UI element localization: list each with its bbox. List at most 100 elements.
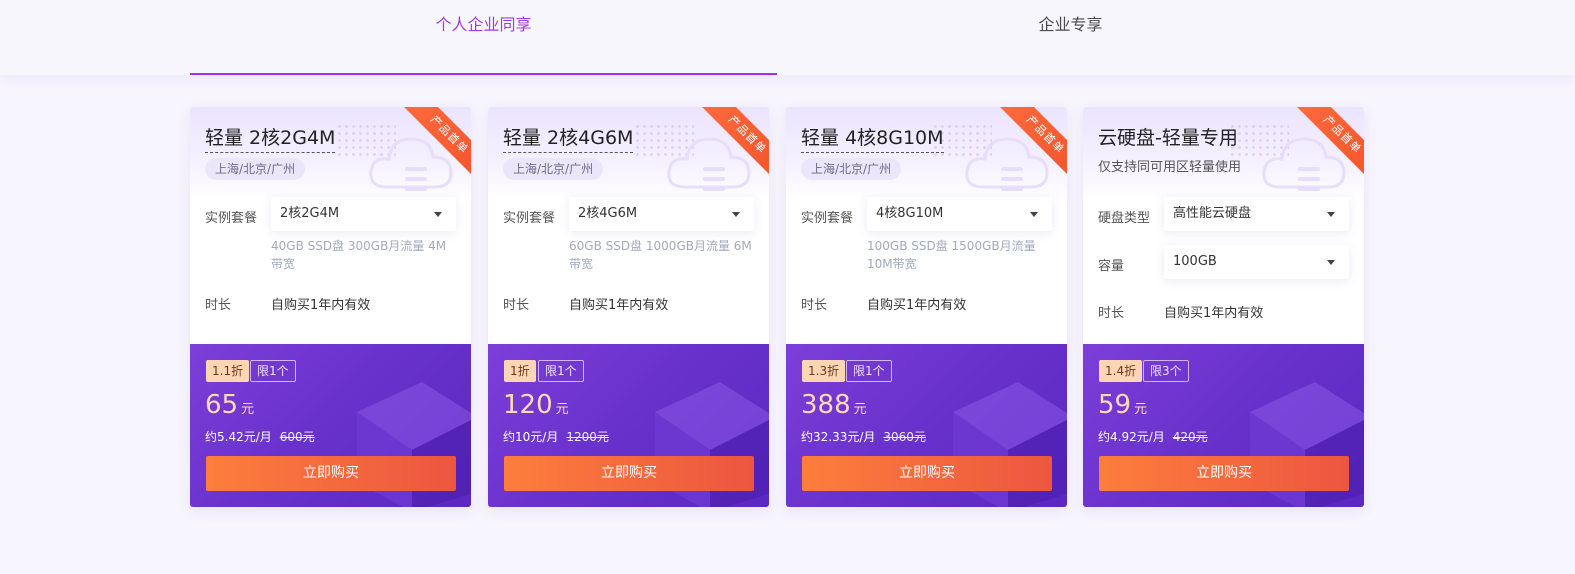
buy-now-button[interactable]: 立即购买 (1099, 456, 1349, 491)
price-details: 约10元/月 1200元 (503, 428, 609, 445)
limit-badge: 限1个 (846, 360, 892, 382)
limit-badge: 限3个 (1143, 360, 1189, 382)
price-details: 约5.42元/月 600元 (205, 428, 315, 445)
card-header: 产品首单 轻量 2核4G6M 上海/北京/广州 实例套餐 2核4G6M 60GB… (488, 107, 769, 344)
chevron-down-icon (434, 212, 442, 217)
discount-badge: 1.1折 (206, 360, 250, 382)
tab-label: 个人企业同享 (435, 15, 532, 34)
discount-badge: 1.4折 (1099, 360, 1143, 382)
price-details: 约32.33元/月 3060元 (801, 428, 926, 445)
duration-value: 自购买1年内有效 (867, 298, 967, 313)
product-card: 产品首单 轻量 4核8G10M 上海/北京/广州 实例套餐 4核8G10M 10… (786, 107, 1067, 507)
duration-label: 时长 (205, 298, 232, 313)
capacity-select[interactable]: 100GB (1164, 245, 1349, 279)
disk-type-select[interactable]: 高性能云硬盘 (1164, 197, 1349, 231)
product-card: 产品首单 云硬盘-轻量专用 仅支持同可用区轻量使用 硬盘类型 高性能云硬盘 容量… (1083, 107, 1364, 507)
product-tabs: 个人企业同享 企业专享 (0, 0, 1575, 75)
price-amount: 65 (205, 390, 239, 420)
price-amount: 59 (1098, 390, 1132, 420)
spec-label: 实例套餐 (205, 211, 258, 226)
capacity-label: 容量 (1098, 259, 1125, 274)
discount-badge: 1折 (504, 360, 536, 382)
ribbon-label: 产品首单 (1294, 107, 1364, 179)
price-panel: 1.3折 限1个 388 元 约32.33元/月 3060元 立即购买 (786, 344, 1067, 507)
original-price: 600元 (279, 430, 315, 444)
spec-description: 40GB SSD盘 300GB月流量 4M带宽 (271, 239, 447, 271)
tab-enterprise-only[interactable]: 企业专享 (777, 0, 1364, 75)
spec-label: 实例套餐 (503, 211, 556, 226)
original-price: 420元 (1172, 430, 1208, 444)
spec-description: 60GB SSD盘 1000GB月流量 6M带宽 (569, 239, 752, 271)
spec-select-value: 4核8G10M (876, 206, 944, 221)
original-price: 3060元 (883, 430, 926, 444)
card-title: 轻量 2核2G4M (205, 123, 336, 153)
price-details: 约4.92元/月 420元 (1098, 428, 1208, 445)
price-unit: 元 (241, 402, 255, 417)
product-card: 产品首单 轻量 2核4G6M 上海/北京/广州 实例套餐 2核4G6M 60GB… (488, 107, 769, 507)
price-amount: 120 (503, 390, 553, 420)
discount-badge: 1.3折 (802, 360, 846, 382)
duration-value: 自购买1年内有效 (1164, 306, 1264, 321)
product-card: 产品首单 轻量 2核2G4M 上海/北京/广州 实例套餐 2核2G4M 40GB… (190, 107, 471, 507)
price-panel: 1折 限1个 120 元 约10元/月 1200元 立即购买 (488, 344, 769, 507)
spec-select[interactable]: 2核2G4M (271, 197, 456, 231)
capacity-select-value: 100GB (1173, 254, 1217, 269)
first-order-ribbon: 产品首单 (697, 107, 769, 179)
region-tag: 上海/北京/广州 (205, 158, 306, 180)
chevron-down-icon (1327, 212, 1335, 217)
duration-label: 时长 (1098, 306, 1125, 321)
region-tag: 上海/北京/广州 (503, 158, 604, 180)
spec-select-value: 2核4G6M (578, 206, 638, 221)
card-header: 产品首单 云硬盘-轻量专用 仅支持同可用区轻量使用 硬盘类型 高性能云硬盘 容量… (1083, 107, 1364, 344)
price: 65 元 (205, 390, 254, 420)
card-title: 轻量 2核4G6M (503, 123, 634, 153)
duration-label: 时长 (503, 298, 530, 313)
limit-badge: 限1个 (538, 360, 584, 382)
monthly-price: 约5.42元/月 (205, 430, 272, 444)
duration-value: 自购买1年内有效 (271, 298, 371, 313)
price-unit: 元 (1134, 402, 1148, 417)
monthly-price: 约4.92元/月 (1098, 430, 1165, 444)
spec-select[interactable]: 4核8G10M (867, 197, 1052, 231)
price-panel: 1.1折 限1个 65 元 约5.42元/月 600元 立即购买 (190, 344, 471, 507)
first-order-ribbon: 产品首单 (995, 107, 1067, 179)
tab-label: 企业专享 (1038, 15, 1103, 34)
ribbon-label: 产品首单 (997, 107, 1067, 179)
disk-type-select-value: 高性能云硬盘 (1173, 206, 1252, 221)
card-title: 云硬盘-轻量专用 (1098, 127, 1238, 149)
tab-personal-enterprise[interactable]: 个人企业同享 (190, 0, 777, 75)
first-order-ribbon: 产品首单 (1292, 107, 1364, 179)
monthly-price: 约10元/月 (503, 430, 559, 444)
buy-now-button[interactable]: 立即购买 (802, 456, 1052, 491)
buy-now-button[interactable]: 立即购买 (504, 456, 754, 491)
card-header: 产品首单 轻量 2核2G4M 上海/北京/广州 实例套餐 2核2G4M 40GB… (190, 107, 471, 344)
disk-type-label: 硬盘类型 (1098, 211, 1151, 226)
price-unit: 元 (853, 402, 867, 417)
region-tag: 上海/北京/广州 (801, 158, 902, 180)
original-price: 1200元 (566, 430, 609, 444)
spec-description: 100GB SSD盘 1500GB月流量 10M带宽 (867, 239, 1036, 271)
spec-select[interactable]: 2核4G6M (569, 197, 754, 231)
card-subtitle: 仅支持同可用区轻量使用 (1098, 160, 1242, 175)
monthly-price: 约32.33元/月 (801, 430, 876, 444)
price: 388 元 (801, 390, 867, 420)
chevron-down-icon (1030, 212, 1038, 217)
first-order-ribbon: 产品首单 (399, 107, 471, 179)
duration-label: 时长 (801, 298, 828, 313)
price-panel: 1.4折 限3个 59 元 约4.92元/月 420元 立即购买 (1083, 344, 1364, 507)
spec-label: 实例套餐 (801, 211, 854, 226)
ribbon-label: 产品首单 (699, 107, 769, 179)
chevron-down-icon (732, 212, 740, 217)
duration-value: 自购买1年内有效 (569, 298, 669, 313)
chevron-down-icon (1327, 260, 1335, 265)
price-unit: 元 (555, 402, 569, 417)
card-header: 产品首单 轻量 4核8G10M 上海/北京/广州 实例套餐 4核8G10M 10… (786, 107, 1067, 344)
price-amount: 388 (801, 390, 851, 420)
buy-now-button[interactable]: 立即购买 (206, 456, 456, 491)
card-title: 轻量 4核8G10M (801, 123, 944, 153)
spec-select-value: 2核2G4M (280, 206, 340, 221)
price: 59 元 (1098, 390, 1147, 420)
limit-badge: 限1个 (250, 360, 296, 382)
price: 120 元 (503, 390, 569, 420)
ribbon-label: 产品首单 (401, 107, 471, 179)
